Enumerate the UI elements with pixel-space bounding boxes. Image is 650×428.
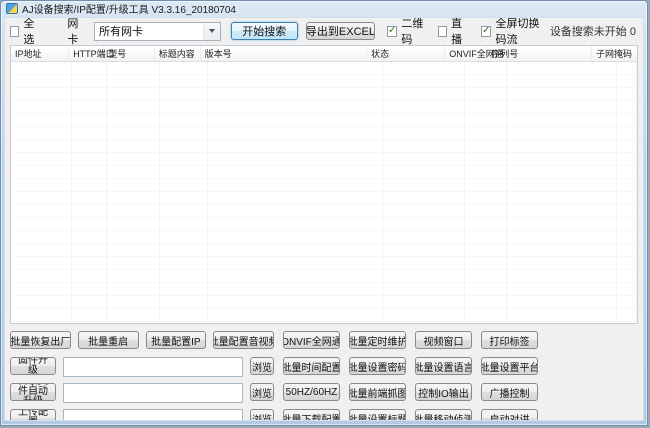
upload-config-button[interactable]: 上传配置 [10, 409, 56, 421]
browse-button[interactable]: 浏览 [250, 383, 274, 401]
col-header-serial[interactable]: 序列号 [487, 46, 592, 61]
config-path-input[interactable] [63, 409, 243, 421]
broadcast-control-button[interactable]: 广播控制 [481, 383, 538, 401]
fullscreen-stream-checkbox[interactable]: 全屏切换码流 [481, 17, 550, 47]
col-header-onvif[interactable]: ONVIF全网通 [445, 46, 487, 61]
firmware-upgrade-button[interactable]: 固件升级 [10, 357, 56, 375]
export-excel-button[interactable]: 导出到EXCEL [306, 22, 375, 40]
batch-scheduled-maintenance-button[interactable]: 批量定时维护 [349, 331, 406, 349]
batch-download-config-button[interactable]: 批量下载配置 [283, 409, 340, 421]
live-label: 直播 [451, 17, 469, 47]
batch-set-title-button[interactable]: 批量设置标题 [349, 409, 406, 421]
fullscreen-stream-label: 全屏切换码流 [495, 17, 549, 47]
batch-motion-detect-button[interactable]: 批量移动侦测 [415, 409, 472, 421]
batch-set-platform-button[interactable]: 批量设置平台 [481, 357, 538, 375]
col-header-model[interactable]: 型号 [104, 46, 155, 61]
batch-config-av-button[interactable]: 批量配置音视频 [213, 331, 274, 349]
search-status-text: 设备搜索未开始 0 [550, 23, 638, 39]
qrcode-checkbox[interactable]: 二维码 [387, 17, 428, 47]
device-table: IP地址 HTTP端口 型号 标题内容 版本号 状态 ONVIF全网通 序列号 … [10, 45, 638, 324]
batch-reboot-button[interactable]: 批量重启 [78, 331, 139, 349]
batch-factory-reset-button[interactable]: 批量恢复出厂 [10, 331, 71, 349]
app-window: AJ设备搜索/IP配置/升级工具 V3.3.16_20180704 全选 网卡 … [0, 0, 648, 426]
toolbar: 全选 网卡 所有网卡 开始搜索 导出到EXCEL 二维码 直播 全屏切换码流 设… [10, 21, 638, 41]
batch-snapshot-button[interactable]: 批量前端抓图 [349, 383, 406, 401]
col-header-subnet-mask[interactable]: 子网掩码 [592, 46, 637, 61]
nic-selected-value: 所有网卡 [99, 23, 143, 39]
print-label-button[interactable]: 打印标签 [481, 331, 538, 349]
client-area: 全选 网卡 所有网卡 开始搜索 导出到EXCEL 二维码 直播 全屏切换码流 设… [4, 17, 644, 421]
col-header-ip-address[interactable]: IP地址 [11, 46, 69, 61]
select-all-checkbox[interactable]: 全选 [10, 17, 41, 47]
nic-label: 网卡 [67, 17, 86, 47]
live-checkbox[interactable]: 直播 [438, 17, 469, 47]
select-all-label: 全选 [23, 17, 41, 47]
checkbox-icon [481, 26, 491, 37]
batch-actions-panel: 批量恢复出厂 批量重启 批量配置IP 批量配置音视频 ONVIF全网通 批量定时… [10, 331, 638, 421]
io-output-button[interactable]: 控制IO输出 [415, 383, 472, 401]
col-header-title[interactable]: 标题内容 [155, 46, 201, 61]
browse-button[interactable]: 浏览 [250, 357, 274, 375]
video-window-button[interactable]: 视频窗口 [415, 331, 472, 349]
col-header-version[interactable]: 版本号 [201, 46, 367, 61]
window-title: AJ设备搜索/IP配置/升级工具 V3.3.16_20180704 [22, 1, 236, 16]
title-bar[interactable]: AJ设备搜索/IP配置/升级工具 V3.3.16_20180704 [1, 1, 647, 16]
start-intercom-button[interactable]: 启动对讲 [481, 409, 538, 421]
firmware-path-input[interactable] [63, 357, 243, 377]
dir-auto-upgrade-button[interactable]: 目录文件自动升级 [10, 383, 56, 401]
chevron-down-icon[interactable] [203, 23, 220, 40]
dir-path-input[interactable] [63, 383, 243, 403]
checkbox-icon [387, 26, 397, 37]
batch-set-language-button[interactable]: 批量设置语言 [415, 357, 472, 375]
device-table-body[interactable] [11, 62, 637, 323]
batch-config-ip-button[interactable]: 批量配置IP [146, 331, 207, 349]
batch-set-password-button[interactable]: 批量设置密码 [349, 357, 406, 375]
app-icon [6, 3, 18, 14]
checkbox-icon [438, 26, 447, 37]
col-header-http-port[interactable]: HTTP端口 [69, 46, 104, 61]
col-header-status[interactable]: 状态 [367, 46, 445, 61]
device-table-header: IP地址 HTTP端口 型号 标题内容 版本号 状态 ONVIF全网通 序列号 … [11, 46, 637, 62]
batch-time-config-button[interactable]: 批量时间配置 [283, 357, 340, 375]
nic-select[interactable]: 所有网卡 [94, 22, 220, 41]
qrcode-label: 二维码 [401, 17, 427, 47]
start-search-button[interactable]: 开始搜索 [231, 22, 298, 40]
hz-toggle-button[interactable]: 50HZ/60HZ [283, 383, 340, 401]
onvif-button[interactable]: ONVIF全网通 [283, 331, 340, 349]
column-guides [11, 62, 637, 323]
checkbox-icon [10, 26, 19, 37]
browse-button[interactable]: 浏览 [250, 409, 274, 421]
